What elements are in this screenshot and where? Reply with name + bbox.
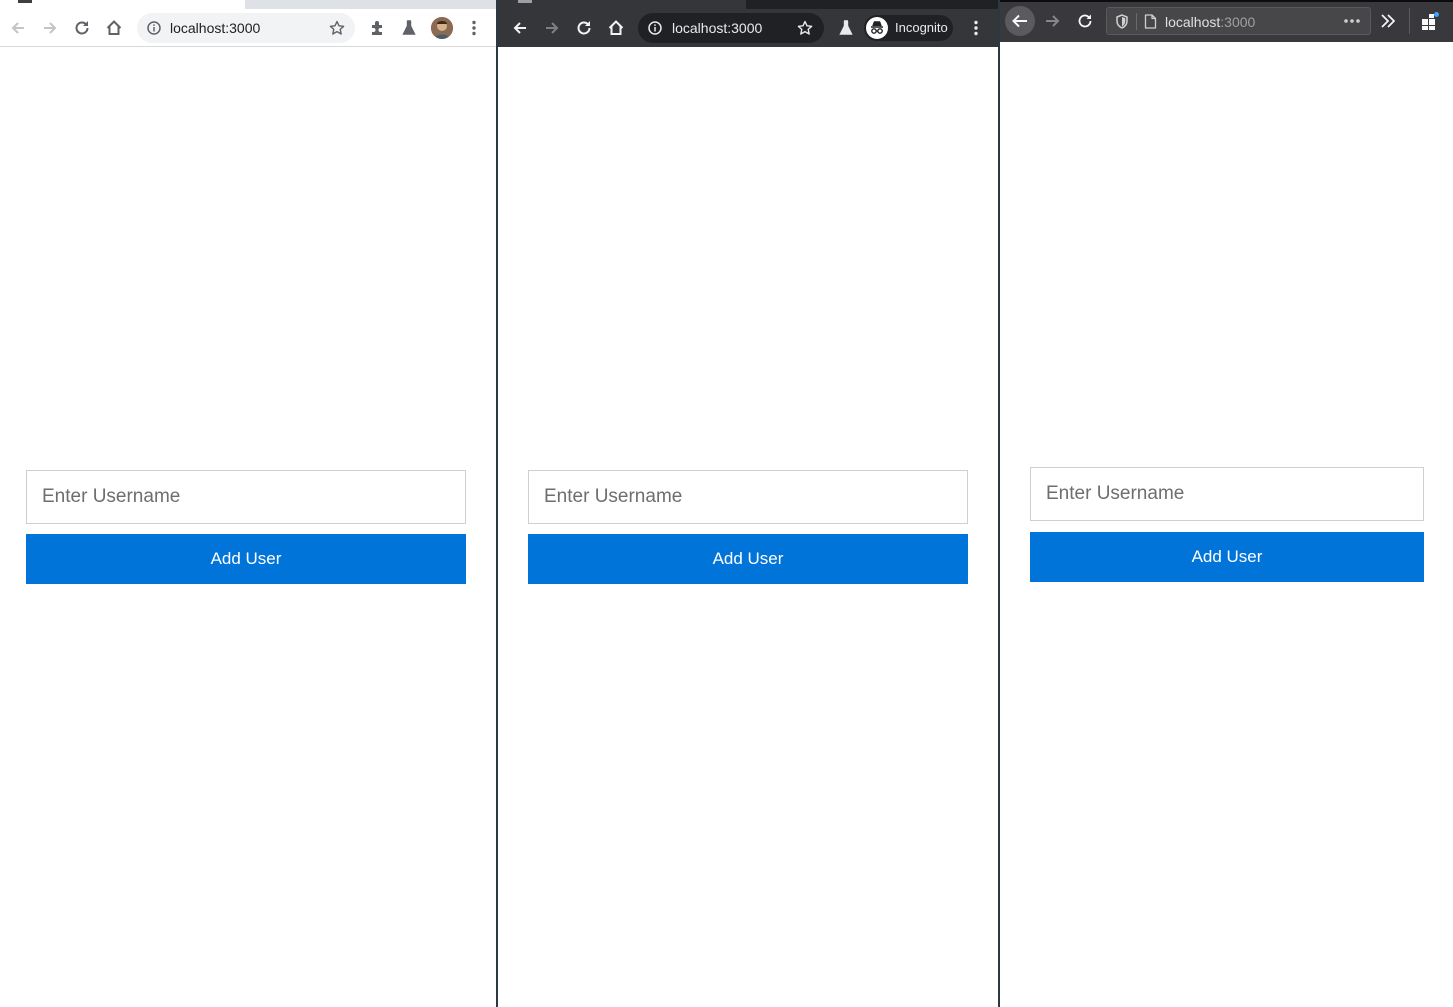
url-host: localhost xyxy=(1165,14,1221,30)
tab-strip xyxy=(1000,0,1453,2)
more-icon[interactable] xyxy=(1343,17,1361,25)
browser-toolbar: localhost:3000 xyxy=(0,0,496,47)
reload-icon[interactable] xyxy=(1076,12,1094,30)
menu-icon[interactable] xyxy=(969,20,983,36)
add-user-button[interactable]: Add User xyxy=(26,534,466,584)
reload-icon[interactable] xyxy=(73,19,91,37)
browser-toolbar: localhost:3000 xyxy=(1000,0,1453,42)
home-icon[interactable] xyxy=(607,19,625,37)
browser-window-chrome: localhost:3000 Add User xyxy=(0,0,496,1007)
star-icon[interactable] xyxy=(797,20,813,36)
page-content: Add User xyxy=(1000,42,1453,1007)
tab-strip xyxy=(498,0,998,9)
reload-icon[interactable] xyxy=(575,19,593,37)
url-text: localhost:3000 xyxy=(672,20,763,36)
menu-icon[interactable] xyxy=(467,20,481,36)
forward-icon[interactable] xyxy=(543,19,561,37)
page-content: Add User xyxy=(498,47,998,1007)
tab-strip xyxy=(0,0,496,9)
add-user-button[interactable]: Add User xyxy=(1030,532,1424,582)
back-icon[interactable] xyxy=(511,19,529,37)
info-icon[interactable] xyxy=(648,21,662,35)
add-user-button[interactable]: Add User xyxy=(528,534,968,584)
labs-icon[interactable] xyxy=(839,20,853,35)
username-input[interactable] xyxy=(1030,467,1424,521)
back-icon[interactable] xyxy=(9,19,27,37)
home-icon[interactable] xyxy=(105,19,123,37)
forward-icon[interactable] xyxy=(41,19,59,37)
tab-active[interactable] xyxy=(0,0,245,9)
incognito-icon xyxy=(866,17,888,39)
incognito-indicator[interactable]: Incognito xyxy=(864,15,953,41)
browser-window-chrome-incognito: localhost:3000 Incognito Add User xyxy=(498,0,998,1007)
shield-icon[interactable] xyxy=(1115,14,1129,29)
labs-icon[interactable] xyxy=(402,20,416,35)
avatar[interactable] xyxy=(431,17,453,39)
address-separator xyxy=(1136,13,1137,30)
url-text: localhost:3000 xyxy=(1165,14,1255,30)
info-icon[interactable] xyxy=(147,21,161,35)
address-bar[interactable]: localhost:3000 xyxy=(1106,7,1371,35)
forward-icon[interactable] xyxy=(1044,12,1062,30)
extensions-icon[interactable] xyxy=(1420,11,1440,31)
username-input[interactable] xyxy=(26,470,466,524)
back-icon[interactable] xyxy=(1005,6,1035,36)
page-content: Add User xyxy=(0,47,496,1007)
address-bar[interactable]: localhost:3000 xyxy=(137,13,355,43)
overflow-icon[interactable] xyxy=(1380,13,1396,29)
extensions-icon[interactable] xyxy=(370,20,386,36)
toolbar-separator xyxy=(1409,8,1410,34)
url-port: :3000 xyxy=(1220,14,1256,30)
incognito-label: Incognito xyxy=(895,20,948,35)
username-input[interactable] xyxy=(528,470,968,524)
url-text: localhost:3000 xyxy=(170,20,261,36)
tab-active[interactable] xyxy=(498,0,746,9)
browser-toolbar: localhost:3000 Incognito xyxy=(498,0,998,47)
star-icon[interactable] xyxy=(329,20,345,36)
page-icon[interactable] xyxy=(1144,14,1157,29)
browser-window-firefox: localhost:3000 Add User xyxy=(1000,0,1453,1007)
